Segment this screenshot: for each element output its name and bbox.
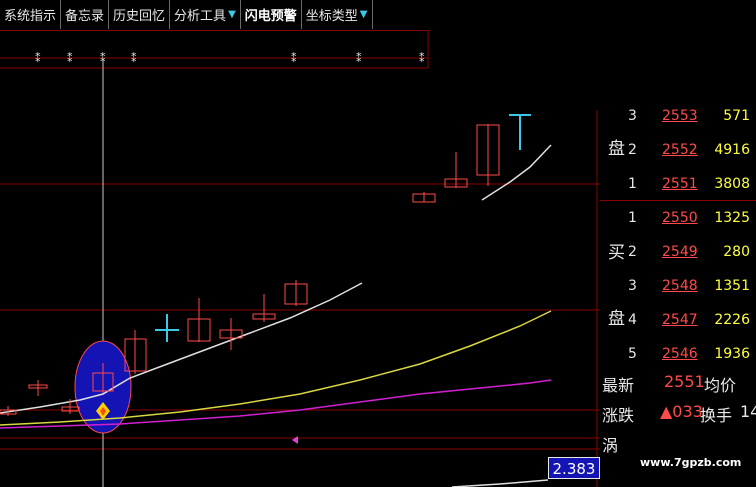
candle [412, 192, 436, 203]
change-value: ▲033 [660, 402, 703, 421]
level: 1 [628, 176, 637, 192]
candles [0, 124, 500, 416]
candle [444, 152, 468, 188]
volume: 1325 [714, 210, 750, 226]
price: 2551 [662, 176, 698, 192]
buy-row-3[interactable]: 3 2548 1351 [600, 272, 756, 306]
ma-white-line-upper [481, 144, 552, 201]
buy-row-4[interactable]: 4 2547 2226 [600, 306, 756, 340]
price: 2547 [662, 312, 698, 328]
level: 3 [628, 108, 637, 124]
level: 5 [628, 346, 637, 362]
analysis-tools-button[interactable]: 分析工具 ▼ [170, 0, 241, 29]
doji-candle [509, 114, 531, 150]
dropdown-arrow-icon: ▼ [228, 9, 236, 20]
analysis-tools-label: 分析工具 [174, 9, 227, 24]
candle [476, 124, 500, 186]
volume: 280 [723, 244, 750, 260]
sell-row-1[interactable]: 1 2551 3808 [600, 170, 756, 204]
volume: 3808 [714, 176, 750, 192]
buy-row-2[interactable]: 2 2549 280 [600, 238, 756, 272]
watermark: www.7gpzb.com [640, 456, 742, 469]
price: 2548 [662, 278, 698, 294]
axis-type-label: 坐标类型 [305, 9, 358, 24]
memo-label: 备忘录 [65, 9, 105, 24]
doji-candles [155, 114, 531, 342]
system-indicator-label: 系统指示 [4, 9, 57, 24]
quote-stats: 最新 2551 均价 涨跌 ▲033 换手 14 涡 [600, 368, 756, 487]
latest-value: 2551 [664, 372, 705, 391]
event-marker: ⁑ [35, 52, 41, 65]
level: 4 [628, 312, 637, 328]
volume: 4916 [714, 142, 750, 158]
turnover-label: 换手 [700, 406, 733, 425]
price: 2553 [662, 108, 698, 124]
level: 3 [628, 278, 637, 294]
history-recall-label: 历史回忆 [113, 9, 166, 24]
price: 2552 [662, 142, 698, 158]
volume: 571 [723, 108, 750, 124]
indicator-line [451, 479, 549, 487]
doji-candle [155, 314, 179, 342]
ma-white-line [0, 282, 363, 414]
turnover-value: 14 [740, 402, 756, 421]
price: 2549 [662, 244, 698, 260]
price: 2550 [662, 210, 698, 226]
price-axis-tag: 2.383 [548, 457, 600, 479]
candle [252, 294, 276, 322]
level: 1 [628, 210, 637, 226]
level: 2 [628, 244, 637, 260]
volume: 1351 [714, 278, 750, 294]
event-marker: ⁑ [67, 52, 73, 65]
trading-window: 系统指示 备忘录 历史回忆 分析工具 ▼ 闪电预警 坐标类型 ▼ ⁑ ⁑ ⁑ ⁑ ⁑… [0, 0, 756, 487]
memo-button[interactable]: 备忘录 [61, 0, 110, 29]
axis-type-button[interactable]: 坐标类型 ▼ [302, 0, 373, 29]
avg-price-label: 均价 [704, 376, 737, 395]
candle [187, 298, 211, 342]
latest-label: 最新 [602, 376, 635, 395]
sell-row-2[interactable]: 2 2552 4916 [600, 136, 756, 170]
order-book: 盘 3 2553 571 2 2552 4916 1 2551 3808 买 盘… [600, 108, 756, 368]
volume: 2226 [714, 312, 750, 328]
history-recall-button[interactable]: 历史回忆 [109, 0, 171, 29]
level: 2 [628, 142, 637, 158]
candle [219, 318, 243, 350]
candle [284, 280, 308, 306]
sell-row-3[interactable]: 3 2553 571 [600, 102, 756, 136]
event-marker: ⁑ [291, 52, 297, 65]
dropdown-arrow-icon: ▼ [359, 9, 368, 20]
marker-arrow-icon [292, 436, 298, 444]
candlestick-chart[interactable]: ⁑ ⁑ ⁑ ⁑ ⁑ ⁑ ⁑ [0, 30, 600, 487]
price: 2546 [662, 346, 698, 362]
system-indicator-button[interactable]: 系统指示 [0, 0, 62, 29]
extra-label: 涡 [602, 436, 619, 455]
book-divider [600, 200, 756, 201]
volume: 1936 [714, 346, 750, 362]
event-marker: ⁑ [131, 52, 137, 65]
toolbar: 系统指示 备忘录 历史回忆 分析工具 ▼ 闪电预警 坐标类型 ▼ [0, 0, 430, 31]
change-label: 涨跌 [602, 406, 635, 425]
buy-row-1[interactable]: 1 2550 1325 [600, 204, 756, 238]
candle [28, 380, 48, 396]
flash-alert-button[interactable]: 闪电预警 [241, 0, 302, 29]
event-marker: ⁑ [419, 52, 425, 65]
flash-alert-label: 闪电预警 [244, 9, 297, 24]
event-marker: ⁑ [356, 52, 362, 65]
